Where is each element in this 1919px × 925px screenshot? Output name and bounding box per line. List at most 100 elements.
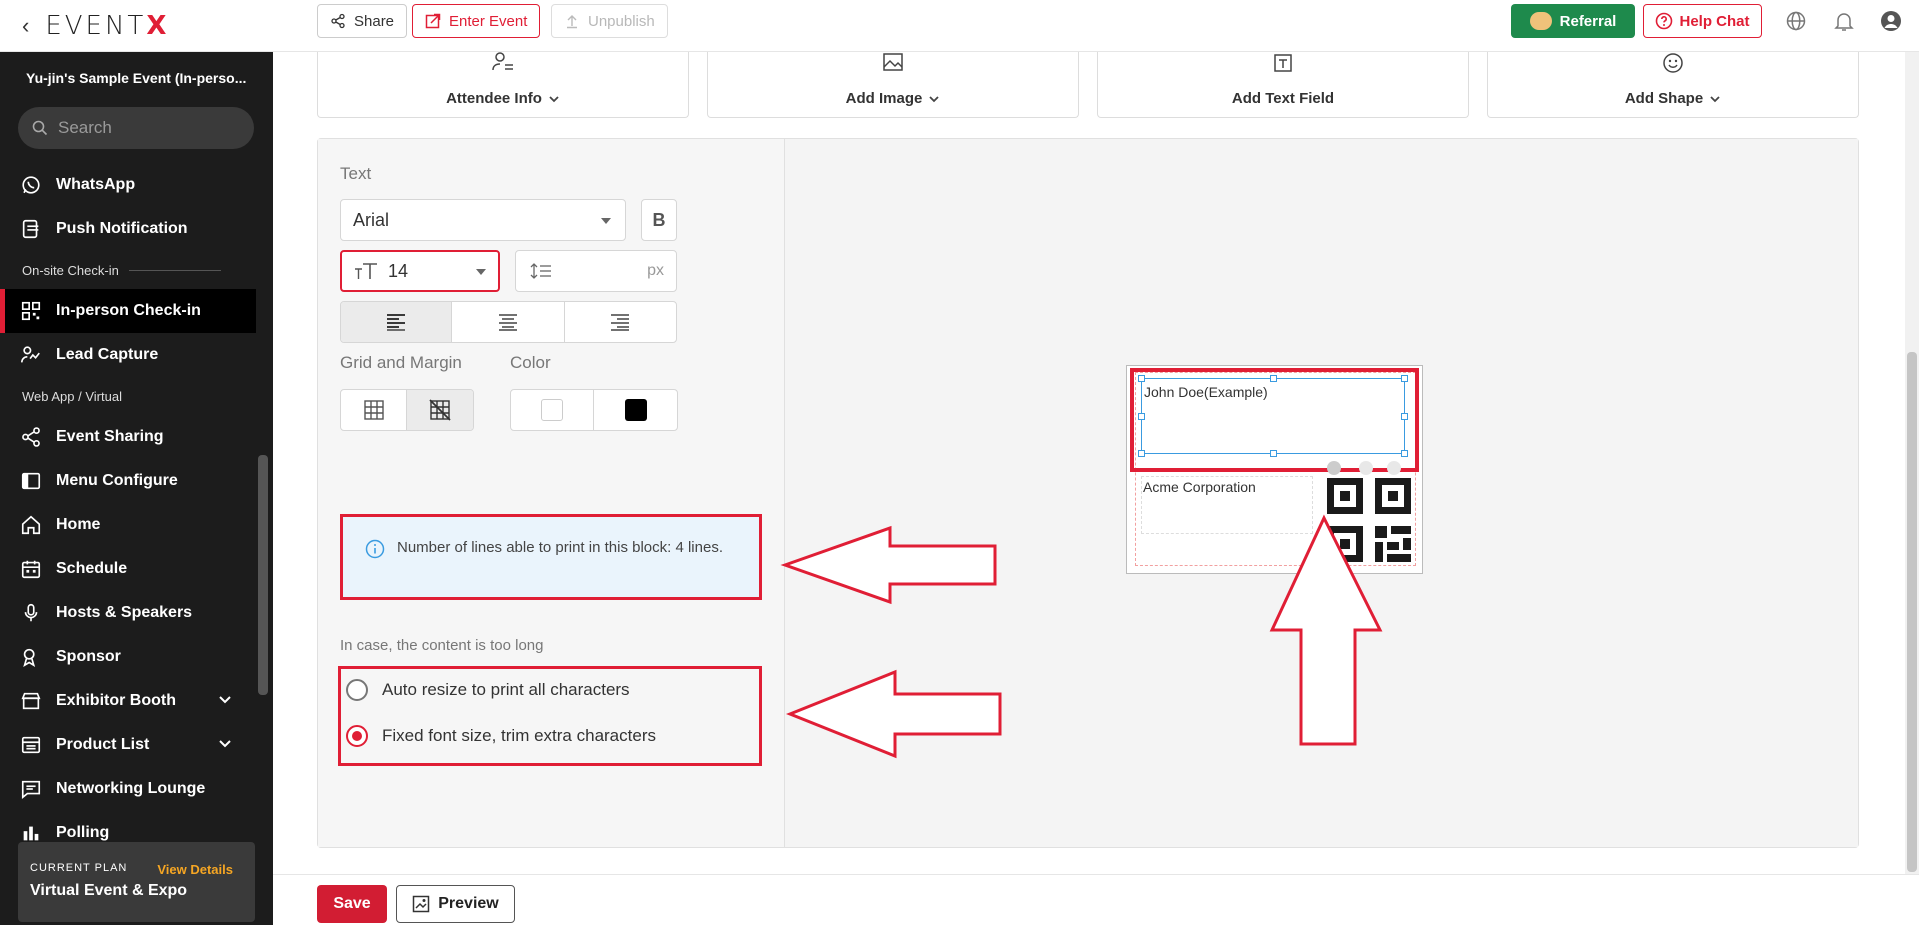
sidebar-item-push-notification[interactable]: Push Notification [0, 207, 256, 251]
bell-icon[interactable] [1833, 10, 1855, 32]
align-left-icon [387, 314, 406, 331]
tool-label: Attendee Info [446, 90, 542, 107]
app-logo[interactable]: EVENTX [45, 11, 169, 41]
resize-handle[interactable] [1138, 413, 1145, 420]
align-center-button[interactable] [452, 302, 565, 342]
lines-info-box: Number of lines able to print in this bl… [340, 514, 762, 600]
color-black-swatch[interactable] [594, 390, 677, 430]
sidebar-item-label: Hosts & Speakers [56, 604, 193, 621]
align-right-button[interactable] [565, 302, 676, 342]
resize-handle[interactable] [1270, 450, 1277, 457]
sidebar-item-schedule[interactable]: Schedule [0, 547, 256, 591]
sidebar-item-event-sharing[interactable]: Event Sharing [0, 415, 256, 459]
badge-canvas[interactable]: John Doe(Example) Acme Corporation [785, 139, 1858, 847]
font-family-select[interactable]: Arial [340, 199, 626, 241]
chevron-down-icon[interactable] [218, 693, 232, 707]
resize-handle[interactable] [1401, 450, 1408, 457]
qr-code-image[interactable] [1325, 476, 1413, 564]
tool-add-image[interactable]: Add Image [707, 52, 1079, 118]
bold-button[interactable]: B [641, 199, 677, 241]
sidebar-item-label: Networking Lounge [56, 780, 206, 797]
resize-handle[interactable] [1138, 375, 1145, 382]
font-size-value: 14 [388, 260, 409, 281]
copy-icon[interactable] [1327, 461, 1341, 475]
qr-code-icon [21, 301, 41, 321]
sidebar-nav: WhatsApp Push Notification On-site Check… [0, 163, 256, 855]
grid-icon [363, 400, 384, 420]
search-input[interactable] [58, 118, 228, 138]
overflow-option-fixed-font[interactable]: Fixed font size, trim extra characters [346, 725, 656, 747]
help-icon [1656, 12, 1673, 30]
sidebar-item-product-list[interactable]: Product List [0, 723, 256, 767]
handshake-icon [1529, 12, 1552, 30]
font-size-select[interactable]: 14 [340, 250, 500, 292]
event-name: Yu-jin's Sample Event (In-perso... [26, 70, 247, 86]
resize-handle[interactable] [1401, 413, 1408, 420]
badge-editor: Text Arial B 14 px Grid and Margin Color… [317, 138, 1859, 848]
chevron-down-icon [549, 95, 559, 102]
delete-icon[interactable] [1387, 461, 1401, 475]
align-left-button[interactable] [341, 302, 453, 342]
sidebar-item-in-person-check-in[interactable]: In-person Check-in [0, 289, 256, 333]
referral-label: Referral [1559, 12, 1617, 30]
search-box[interactable] [18, 107, 254, 149]
enter-event-button[interactable]: Enter Event [412, 4, 541, 38]
referral-button[interactable]: Referral [1511, 4, 1635, 38]
sidebar-item-label: Menu Configure [56, 472, 178, 489]
unpublish-button[interactable]: Unpublish [551, 4, 668, 38]
sidebar-item-hosts-speakers[interactable]: Hosts & Speakers [0, 591, 256, 635]
grid-margin-group [340, 389, 474, 431]
share-button[interactable]: Share [317, 4, 408, 38]
back-arrow-icon[interactable]: ‹ [22, 13, 29, 39]
radio-button-selected[interactable] [346, 725, 368, 747]
text-align-group [340, 301, 677, 343]
grid-on-button[interactable] [341, 390, 407, 430]
sidebar-item-home[interactable]: Home [0, 503, 256, 547]
layer-icon[interactable] [1359, 461, 1373, 475]
sidebar-item-whatsapp[interactable]: WhatsApp [0, 163, 256, 207]
help-chat-button[interactable]: Help Chat [1643, 4, 1762, 38]
preview-button[interactable]: Preview [396, 885, 515, 923]
user-icon[interactable] [1880, 10, 1902, 32]
tool-attendee-info[interactable]: Attendee Info [317, 52, 689, 118]
badge-name-text[interactable]: John Doe(Example) [1144, 384, 1268, 400]
scrollbar-thumb[interactable] [1907, 352, 1917, 872]
sidebar-item-sponsor[interactable]: Sponsor [0, 635, 256, 679]
sidebar-item-label: Polling [56, 824, 110, 841]
caret-down-icon [601, 218, 611, 224]
grid-off-icon [429, 399, 451, 421]
resize-handle[interactable] [1270, 375, 1277, 382]
globe-icon[interactable] [1785, 10, 1807, 32]
search-icon [32, 120, 48, 136]
resize-handle[interactable] [1401, 375, 1408, 382]
sidebar-item-lead-capture[interactable]: Lead Capture [0, 333, 256, 377]
view-details-link[interactable]: View Details [157, 862, 233, 877]
color-swatch-white [541, 399, 563, 421]
upload-icon [567, 15, 577, 29]
sidebar-scrollbar[interactable] [258, 455, 268, 695]
sidebar-item-label: Event Sharing [56, 428, 164, 445]
grid-off-button[interactable] [407, 390, 473, 430]
logo-bar: ‹ EVENTX [0, 0, 273, 52]
sidebar-item-label: Product List [56, 736, 150, 753]
sidebar-item-networking-lounge[interactable]: Networking Lounge [0, 767, 256, 811]
tool-add-text-field[interactable]: Add Text Field [1097, 52, 1469, 118]
sidebar-item-menu-configure[interactable]: Menu Configure [0, 459, 256, 503]
sidebar: ‹ EVENTX Yu-jin's Sample Event (In-perso… [0, 0, 273, 925]
overflow-option-auto-resize[interactable]: Auto resize to print all characters [346, 679, 630, 701]
tool-label: Add Text Field [1231, 90, 1335, 107]
tool-add-shape[interactable]: Add Shape [1487, 52, 1859, 118]
line-height-input[interactable]: px [515, 250, 677, 292]
chevron-down-icon[interactable] [218, 737, 232, 751]
sidebar-item-exhibitor-booth[interactable]: Exhibitor Booth [0, 679, 256, 723]
main-scrollbar[interactable] [1905, 52, 1919, 874]
chevron-down-icon [929, 95, 939, 102]
sidebar-item-label: Schedule [56, 560, 128, 577]
radio-button[interactable] [346, 679, 368, 701]
resize-handle[interactable] [1138, 450, 1145, 457]
color-label: Color [510, 353, 551, 372]
badge-company-text[interactable]: Acme Corporation [1143, 479, 1256, 495]
save-button[interactable]: Save [317, 885, 387, 923]
color-white-swatch[interactable] [511, 390, 594, 430]
properties-panel: Text Arial B 14 px Grid and Margin Color… [318, 139, 785, 847]
